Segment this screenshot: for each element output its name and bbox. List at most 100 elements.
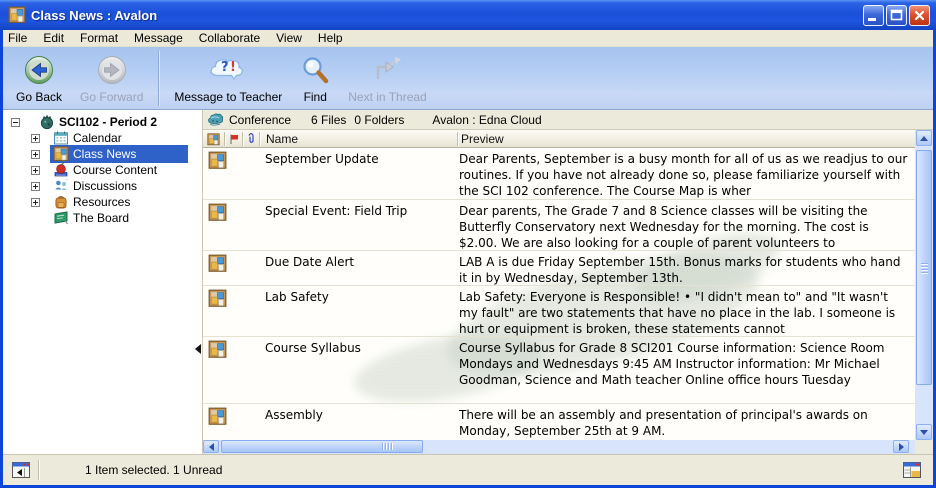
name-column-header[interactable]: Name bbox=[266, 130, 298, 148]
horizontal-scroll-thumb[interactable] bbox=[221, 440, 423, 453]
vertical-scrollbar[interactable] bbox=[915, 130, 933, 440]
status-separator bbox=[38, 460, 39, 480]
status-text: 1 Item selected. 1 Unread bbox=[85, 463, 903, 477]
scrollbar-corner bbox=[915, 440, 933, 454]
next-in-thread-icon bbox=[370, 52, 404, 88]
scroll-up-button[interactable] bbox=[916, 130, 932, 146]
list-item[interactable]: Special Event: Field Trip Dear parents, … bbox=[203, 199, 915, 250]
expand-icon[interactable] bbox=[31, 134, 40, 143]
collapse-expander-icon[interactable] bbox=[11, 118, 20, 127]
list-item[interactable]: Due Date Alert LAB A is due Friday Septe… bbox=[203, 250, 915, 285]
sidebar-item-course-content[interactable]: Course Content bbox=[3, 162, 202, 178]
item-name: Course Syllabus bbox=[265, 337, 459, 403]
sidebar-item-label: Calendar bbox=[73, 131, 122, 145]
list-item[interactable]: Course Syllabus Course Syllabus for Grad… bbox=[203, 336, 915, 403]
calendar-icon bbox=[53, 130, 69, 146]
sidebar-item-resources[interactable]: Resources bbox=[3, 194, 202, 210]
layout-toggle-icon[interactable] bbox=[903, 462, 921, 478]
bulletin-board-icon bbox=[208, 203, 227, 222]
course-home-icon bbox=[39, 114, 55, 130]
menu-collaborate[interactable]: Collaborate bbox=[191, 30, 268, 47]
arrow-left-icon bbox=[209, 443, 214, 451]
close-icon bbox=[911, 7, 928, 24]
scroll-right-button[interactable] bbox=[893, 440, 909, 453]
find-label: Find bbox=[304, 90, 327, 104]
message-to-teacher-label: Message to Teacher bbox=[174, 90, 282, 104]
item-name: Special Event: Field Trip bbox=[265, 200, 459, 250]
menu-file[interactable]: File bbox=[0, 30, 35, 47]
item-name: Lab Safety bbox=[265, 286, 459, 336]
find-icon bbox=[300, 52, 330, 88]
menu-edit[interactable]: Edit bbox=[35, 30, 72, 47]
list-item[interactable]: Assembly There will be an assembly and p… bbox=[203, 403, 915, 438]
list-item[interactable]: Lab Safety Lab Safety: Everyone is Respo… bbox=[203, 285, 915, 336]
tree-root-label: SCI102 - Period 2 bbox=[59, 115, 157, 129]
svg-text:!: ! bbox=[230, 60, 236, 75]
menu-format[interactable]: Format bbox=[72, 30, 126, 47]
go-forward-icon bbox=[97, 52, 127, 88]
expand-icon[interactable] bbox=[31, 150, 40, 159]
menu-view[interactable]: View bbox=[268, 30, 310, 47]
preview-column-header[interactable]: Preview bbox=[461, 130, 504, 148]
conference-info-bar: Conference 6 Files 0 Folders Avalon : Ed… bbox=[203, 110, 933, 130]
menu-bar: File Edit Format Message Collaborate Vie… bbox=[0, 30, 936, 47]
backpack-icon bbox=[53, 194, 69, 210]
chalkboard-icon bbox=[53, 210, 69, 226]
sidebar-item-label: The Board bbox=[73, 211, 129, 225]
item-name: September Update bbox=[265, 148, 459, 199]
menu-message[interactable]: Message bbox=[126, 30, 191, 47]
list-item[interactable]: September Update Dear Parents, September… bbox=[203, 148, 915, 199]
class-news-icon bbox=[8, 6, 26, 24]
scroll-left-button[interactable] bbox=[203, 440, 219, 453]
go-back-label: Go Back bbox=[16, 90, 62, 104]
sidebar-item-discussions[interactable]: Discussions bbox=[3, 178, 202, 194]
expand-icon[interactable] bbox=[31, 182, 40, 191]
item-preview: Course Syllabus for Grade 8 SCI201 Cours… bbox=[459, 337, 909, 403]
maximize-icon bbox=[888, 7, 905, 24]
paperclip-icon bbox=[245, 133, 257, 145]
pane-toggle-icon[interactable] bbox=[12, 462, 30, 478]
go-forward-label: Go Forward bbox=[80, 90, 143, 104]
item-type-column-icon[interactable] bbox=[207, 130, 220, 148]
message-to-teacher-button[interactable]: ? ! Message to Teacher bbox=[165, 49, 291, 109]
bulletin-board-icon bbox=[208, 151, 227, 170]
tree-root-sci102[interactable]: SCI102 - Period 2 bbox=[3, 114, 202, 130]
maximize-button[interactable] bbox=[886, 5, 907, 26]
scroll-down-button[interactable] bbox=[916, 424, 932, 440]
close-button[interactable] bbox=[909, 5, 930, 26]
item-preview: Dear Parents, September is a busy month … bbox=[459, 148, 909, 199]
sidebar-item-class-news[interactable]: Class News bbox=[3, 146, 202, 162]
minimize-button[interactable] bbox=[863, 5, 884, 26]
go-back-button[interactable]: Go Back bbox=[7, 49, 71, 109]
sidebar-item-the-board[interactable]: The Board bbox=[3, 210, 202, 226]
attachment-column-icon[interactable] bbox=[245, 130, 257, 148]
sidebar-item-label: Course Content bbox=[73, 163, 157, 177]
flag-column-icon[interactable] bbox=[228, 130, 240, 148]
conference-label: Conference bbox=[229, 113, 291, 127]
message-cloud-icon: ? ! bbox=[208, 52, 248, 88]
bulletin-board-icon bbox=[53, 146, 69, 162]
toolbar-separator bbox=[158, 51, 159, 106]
item-name: Due Date Alert bbox=[265, 251, 459, 285]
splitter-collapse-handle[interactable] bbox=[195, 344, 201, 354]
vertical-scroll-thumb[interactable] bbox=[916, 150, 932, 385]
files-count: 6 Files bbox=[311, 113, 346, 127]
item-preview: Dear parents, The Grade 7 and 8 Science … bbox=[459, 200, 909, 250]
go-forward-button: Go Forward bbox=[71, 49, 152, 109]
sidebar-item-label: Class News bbox=[73, 147, 136, 161]
column-header-row: Name Preview bbox=[203, 130, 915, 148]
bulletin-board-icon bbox=[208, 254, 227, 273]
menu-help[interactable]: Help bbox=[310, 30, 351, 47]
title-bar: Class News : Avalon bbox=[0, 0, 936, 30]
go-back-icon bbox=[24, 52, 54, 88]
find-button[interactable]: Find bbox=[291, 49, 339, 109]
sidebar-tree: SCI102 - Period 2 Calendar Class News bbox=[3, 110, 203, 454]
item-preview: Lab Safety: Everyone is Responsible! • "… bbox=[459, 286, 909, 336]
expand-icon[interactable] bbox=[31, 166, 40, 175]
expand-icon[interactable] bbox=[31, 198, 40, 207]
content-pane: Conference 6 Files 0 Folders Avalon : Ed… bbox=[203, 110, 933, 454]
main-area: SCI102 - Period 2 Calendar Class News bbox=[3, 110, 933, 454]
horizontal-scrollbar[interactable] bbox=[203, 440, 915, 454]
folders-count: 0 Folders bbox=[354, 113, 404, 127]
sidebar-item-calendar[interactable]: Calendar bbox=[3, 130, 202, 146]
